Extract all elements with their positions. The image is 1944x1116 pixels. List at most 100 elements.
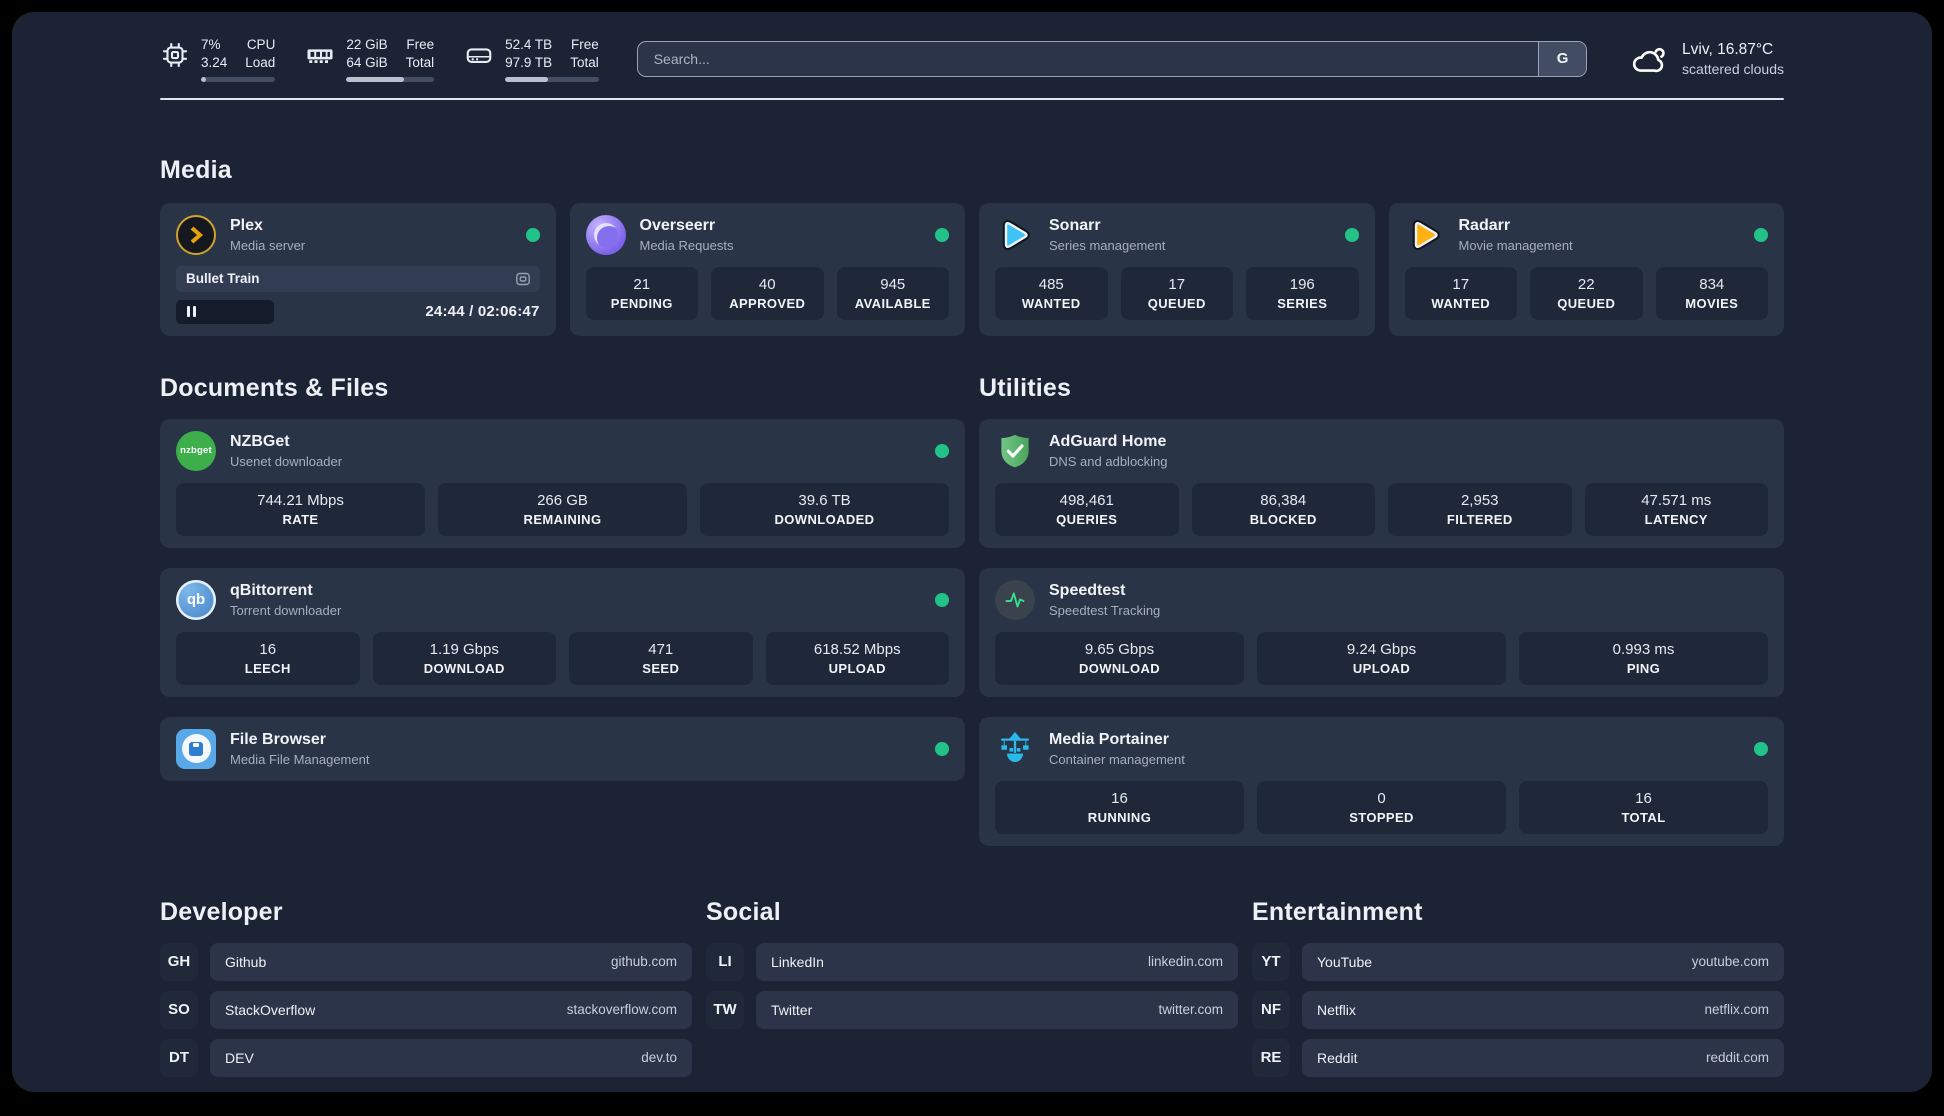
bookmark-badge: YT	[1252, 942, 1290, 981]
portainer-icon	[995, 729, 1035, 769]
app-desc: Media server	[230, 237, 306, 253]
stat-tile: 618.52 Mbps UPLOAD	[765, 631, 949, 685]
cpu-stat: 7% 3.24 CPU Load	[160, 36, 276, 82]
pause-button[interactable]	[176, 299, 275, 324]
weather-location-temp: Lviv, 16.87°C	[1682, 40, 1774, 58]
status-dot-online	[1344, 227, 1359, 242]
section-title-entertainment: Entertainment	[1252, 897, 1423, 926]
stat-tile: 40 APPROVED	[711, 266, 824, 320]
app-card-plex[interactable]: Plex Media server Bullet Train 24:44 / 0…	[160, 202, 556, 336]
weather-widget[interactable]: Lviv, 16.87°C scattered clouds	[1629, 41, 1784, 77]
stat-tile: 0.993 ms PING	[1519, 631, 1768, 685]
bookmark-badge: SO	[160, 990, 198, 1029]
ram-icon	[307, 49, 333, 63]
cpu-progress-bar	[201, 76, 276, 82]
radarr-icon	[1405, 215, 1445, 255]
disk-total: 97.9 TB	[505, 54, 553, 70]
stat-tile: 16 RUNNING	[995, 780, 1244, 834]
section-title-social: Social	[706, 897, 781, 926]
stat-tile: 266 GB REMAINING	[438, 482, 687, 536]
bookmark-row-dev: DT DEV dev.to	[160, 1038, 692, 1077]
section-title-media: Media	[160, 155, 232, 184]
system-stats: 7% 3.24 CPU Load 22 GiB 64 GiB Free Tota…	[160, 36, 599, 82]
status-dot-online	[1754, 227, 1768, 242]
app-name: Plex	[230, 216, 263, 234]
bookmark-badge: LI	[706, 942, 744, 981]
bookmark-link-reddit[interactable]: Reddit reddit.com	[1302, 1038, 1784, 1077]
header-divider	[160, 97, 1784, 100]
stat-tile: 22 QUEUED	[1530, 266, 1643, 320]
status-dot-online	[525, 227, 540, 242]
sonarr-icon	[995, 215, 1035, 255]
section-title-documents: Documents & Files	[160, 373, 389, 402]
now-playing-title: Bullet Train	[186, 271, 260, 287]
bookmark-link-github[interactable]: Github github.com	[210, 942, 692, 981]
stat-tile: 47.571 ms LATENCY	[1584, 482, 1768, 536]
bookmark-row-twitter: TW Twitter twitter.com	[706, 990, 1238, 1029]
stat-tile: 86,384 BLOCKED	[1191, 482, 1375, 536]
bookmark-badge: DT	[160, 1038, 198, 1077]
stat-tile: 744.21 Mbps RATE	[176, 482, 425, 536]
ram-free: 22 GiB	[346, 37, 388, 52]
search-bar: G	[636, 40, 1588, 77]
cpu-load-avg: 3.24	[201, 54, 228, 70]
playback-time: 24:44 / 02:06:47	[425, 303, 540, 321]
search-input[interactable]	[637, 41, 1539, 76]
bookmark-link-stackoverflow[interactable]: StackOverflow stackoverflow.com	[210, 990, 692, 1029]
disk-free: 52.4 TB	[505, 37, 553, 52]
bookmark-column-entertainment: Entertainment YT YouTube youtube.com NF N…	[1252, 898, 1784, 1087]
status-dot-online	[935, 443, 949, 458]
app-card-radarr[interactable]: Radarr Movie management 17 WANTED 22 QUEUE…	[1388, 202, 1784, 336]
app-card-sonarr[interactable]: Sonarr Series management 485 WANTED 17 QUE…	[979, 202, 1375, 336]
stat-tile: 9.65 Gbps DOWNLOAD	[995, 631, 1244, 685]
bookmark-link-netflix[interactable]: Netflix netflix.com	[1302, 990, 1784, 1029]
filebrowser-icon	[176, 728, 216, 769]
overseerr-icon	[585, 214, 626, 255]
stat-tile: 498,461 QUERIES	[995, 482, 1179, 536]
stat-tile: 21 PENDING	[585, 266, 698, 320]
disk-stat: 52.4 TB 97.9 TB Free Total	[464, 36, 599, 82]
stat-tile: 2,953 FILTERED	[1388, 482, 1572, 536]
bookmark-row-reddit: RE Reddit reddit.com	[1252, 1038, 1784, 1077]
app-card-overseerr[interactable]: Overseerr Media Requests 21 PENDING 40 APP…	[569, 202, 965, 336]
bookmark-link-linkedin[interactable]: LinkedIn linkedin.com	[756, 942, 1238, 981]
cpu-label: CPU	[246, 37, 276, 52]
app-card-nzbget[interactable]: nzbget NZBGet Usenet downloader 744.21 M…	[160, 418, 965, 548]
stat-tile: 945 AVAILABLE	[836, 266, 949, 320]
bookmark-row-github: GH Github github.com	[160, 942, 692, 981]
weather-condition: scattered clouds	[1682, 60, 1784, 77]
bookmark-badge: TW	[706, 990, 744, 1029]
bookmark-link-youtube[interactable]: YouTube youtube.com	[1302, 942, 1784, 981]
bookmark-row-netflix: NF Netflix netflix.com	[1252, 990, 1784, 1029]
ram-progress-bar	[346, 76, 435, 82]
app-card-qbittorrent[interactable]: qb qBittorrent Torrent downloader 16 LEEC…	[160, 567, 965, 697]
open-media-icon[interactable]	[515, 271, 531, 287]
cpu-icon	[162, 42, 188, 68]
app-card-speedtest[interactable]: Speedtest Speedtest Tracking 9.65 Gbps DO…	[979, 567, 1784, 697]
disk-icon	[466, 48, 492, 63]
bookmark-link-twitter[interactable]: Twitter twitter.com	[756, 990, 1238, 1029]
cloud-icon	[1632, 47, 1665, 72]
bookmark-column-social: Social LI LinkedIn linkedin.com TW Twitte…	[706, 898, 1238, 1087]
section-title-utilities: Utilities	[979, 373, 1072, 402]
status-dot-online	[1754, 741, 1768, 756]
app-card-filebrowser[interactable]: File Browser Media File Management	[160, 716, 965, 781]
plex-icon	[176, 214, 216, 255]
bookmark-link-dev[interactable]: DEV dev.to	[210, 1038, 692, 1077]
ram-total: 64 GiB	[346, 54, 388, 70]
bookmark-row-linkedin: LI LinkedIn linkedin.com	[706, 942, 1238, 981]
bookmark-row-youtube: YT YouTube youtube.com	[1252, 942, 1784, 981]
top-bar: 7% 3.24 CPU Load 22 GiB 64 GiB Free Tota…	[160, 36, 1784, 82]
app-card-portainer[interactable]: Media Portainer Container management 16 R…	[979, 716, 1784, 846]
stat-tile: 17 QUEUED	[1120, 266, 1233, 320]
search-engine-button[interactable]: G	[1538, 41, 1587, 76]
bookmark-badge: GH	[160, 942, 198, 981]
stat-tile: 1.19 Gbps DOWNLOAD	[372, 631, 556, 685]
app-card-adguard[interactable]: AdGuard Home DNS and adblocking 498,461 Q…	[979, 418, 1784, 548]
stat-tile: 471 SEED	[569, 631, 753, 685]
status-dot-online	[935, 227, 949, 242]
speedtest-icon	[995, 579, 1035, 620]
ram-stat: 22 GiB 64 GiB Free Total	[305, 36, 435, 82]
stat-tile: 196 SERIES	[1246, 266, 1359, 320]
disk-progress-bar	[505, 76, 599, 82]
